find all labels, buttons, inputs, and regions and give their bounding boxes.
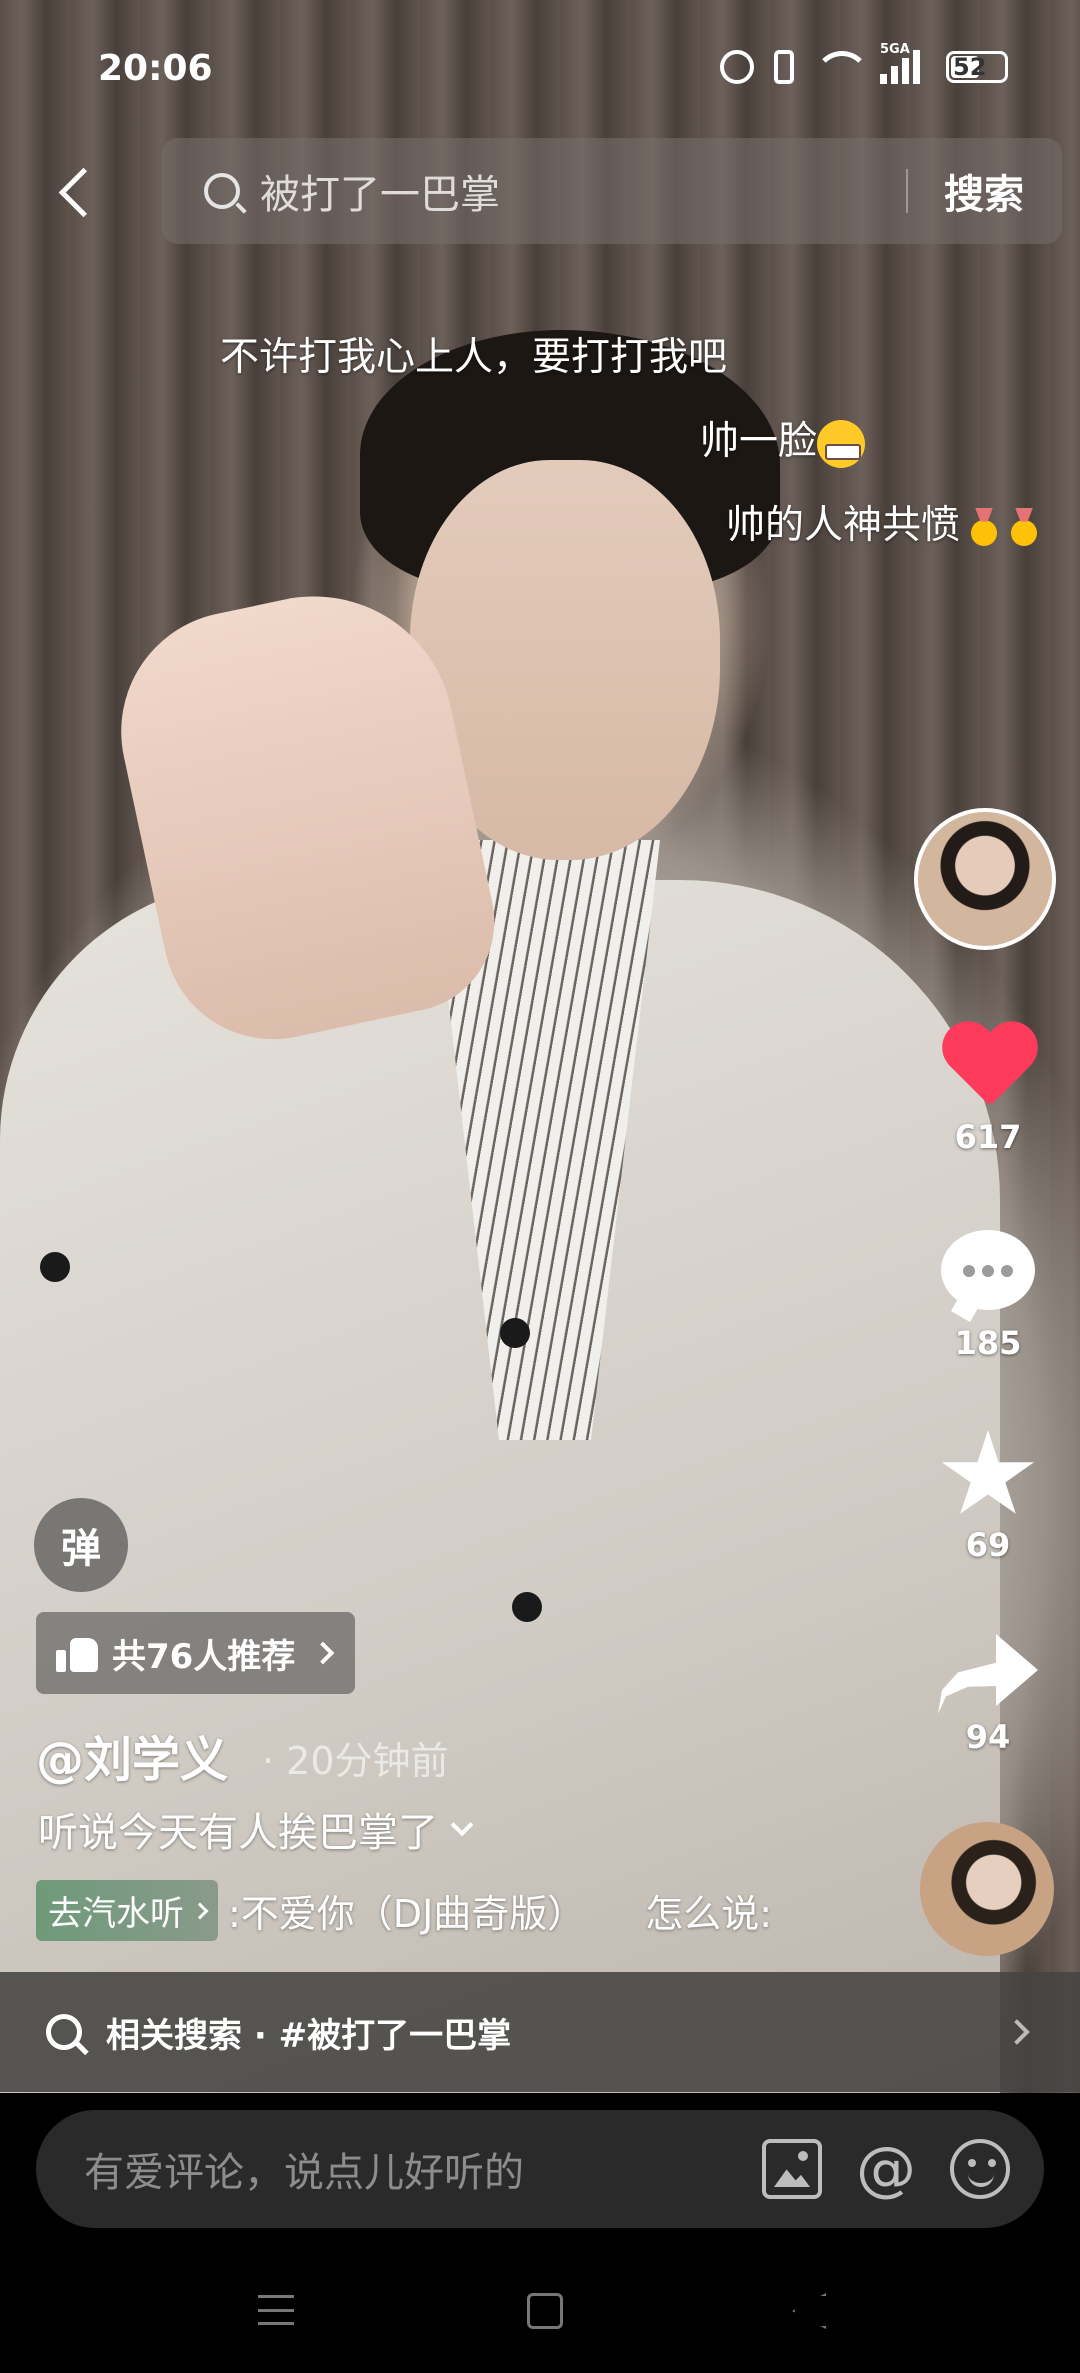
comment-icon	[941, 1230, 1035, 1310]
music-title-next: 怎么说:	[645, 1892, 773, 1936]
search-input[interactable]: 被打了一巴掌	[260, 162, 906, 220]
search-icon	[204, 173, 240, 209]
music-disc-avatar[interactable]	[920, 1822, 1054, 1956]
coat-button	[512, 1592, 542, 1622]
thumbs-up-icon	[56, 1634, 98, 1672]
search-button[interactable]: 搜索	[908, 162, 1062, 220]
danmaku-text: 帅一脸	[700, 419, 818, 464]
danmaku-comment: 帅一脸	[700, 410, 866, 468]
at-icon[interactable]: @	[856, 2139, 916, 2199]
favorite-button[interactable]: 69	[930, 1430, 1046, 1564]
home-icon[interactable]	[527, 2293, 563, 2329]
post-time: · 20分钟前	[262, 1739, 449, 1783]
menu-icon[interactable]	[258, 2295, 294, 2325]
heart-icon	[940, 1024, 1036, 1114]
status-bar: 20:06 5GA 52	[0, 0, 1080, 130]
network-type: 5GA	[880, 42, 910, 57]
emoji-icon[interactable]	[950, 2139, 1010, 2199]
danmaku-comment: 帅的人神共愤	[726, 494, 1040, 550]
battery-level: 52	[953, 53, 987, 81]
like-count: 617	[954, 1118, 1022, 1156]
status-icons: 5GA 52	[720, 42, 1008, 84]
image-icon[interactable]	[762, 2139, 822, 2199]
comment-input[interactable]: 有爱评论，说点儿好听的 @	[36, 2110, 1044, 2228]
share-icon	[938, 1634, 1038, 1714]
back-icon[interactable]	[54, 165, 104, 225]
favorite-count: 69	[965, 1526, 1011, 1564]
danmaku-toggle-button[interactable]: 弹	[34, 1498, 128, 1592]
caption-text: 听说今天有人挨巴掌了	[38, 1810, 438, 1856]
related-search-bar[interactable]: 相关搜索 · #被打了一巴掌	[0, 1972, 1080, 2092]
battery-icon: 52	[946, 51, 1008, 83]
music-row[interactable]: 去汽水听 :不爱你（DJ曲奇版） 怎么说:	[36, 1880, 816, 1941]
vibrate-icon	[774, 50, 794, 84]
share-count: 94	[965, 1718, 1011, 1756]
wifi-icon	[814, 51, 870, 83]
comment-placeholder: 有爱评论，说点儿好听的	[84, 2150, 524, 2196]
danmaku-comment: 不许打我心上人，要打打我吧	[220, 326, 727, 382]
medal-emoji-icon	[1006, 508, 1040, 548]
comment-button[interactable]: 185	[930, 1230, 1046, 1362]
comment-count: 185	[954, 1324, 1022, 1362]
like-button[interactable]: 617	[930, 1024, 1046, 1156]
share-button[interactable]: 94	[930, 1634, 1046, 1756]
music-tag-label: 去汽水听	[48, 1894, 184, 1934]
recommend-label: 共76人推荐	[112, 1636, 296, 1677]
coat-button	[40, 1252, 70, 1282]
alarm-icon	[720, 50, 754, 84]
signal-icon: 5GA	[880, 42, 926, 84]
star-icon	[941, 1430, 1035, 1514]
danmaku-text: 不许打我心上人，要打打我吧	[220, 335, 728, 380]
status-time: 20:06	[98, 48, 213, 89]
chevron-right-icon	[1004, 2019, 1030, 2045]
back-triangle-icon[interactable]	[792, 2293, 826, 2329]
coat-button	[500, 1318, 530, 1348]
chevron-right-icon	[191, 1902, 209, 1919]
related-search-text: 相关搜索 · #被打了一巴掌	[106, 2015, 512, 2056]
music-title: :不爱你（DJ曲奇版）	[228, 1892, 586, 1936]
author-avatar[interactable]	[914, 808, 1056, 950]
recommend-pill[interactable]: 共76人推荐	[36, 1612, 356, 1694]
medal-emoji-icon	[966, 508, 1000, 548]
grin-emoji-icon	[817, 419, 866, 468]
comment-area: 有爱评论，说点儿好听的 @	[0, 2093, 1080, 2243]
danmaku-text: 帅的人神共愤	[726, 503, 961, 548]
search-icon	[46, 2014, 82, 2050]
chevron-right-icon	[312, 1641, 335, 1665]
system-nav-bar	[0, 2243, 1080, 2373]
search-bar[interactable]: 被打了一巴掌 搜索	[162, 138, 1062, 244]
music-app-tag[interactable]: 去汽水听	[36, 1880, 218, 1941]
chevron-down-icon[interactable]	[450, 1813, 474, 1837]
video-caption[interactable]: 听说今天有人挨巴掌了	[38, 1800, 474, 1858]
author-name[interactable]: @刘学义	[36, 1720, 228, 1790]
